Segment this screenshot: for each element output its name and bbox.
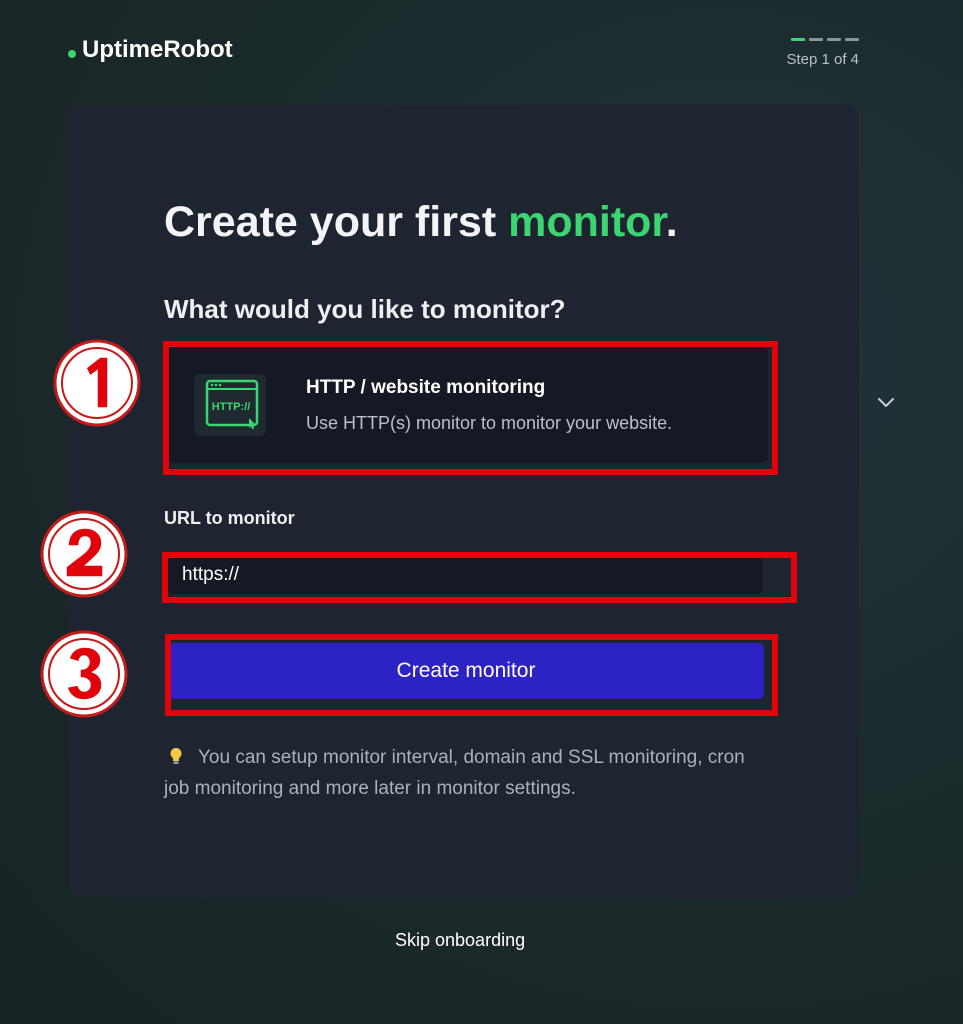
annotation-box-1 [163, 341, 778, 475]
annotation-marker-2 [40, 510, 128, 598]
step-bar-1 [791, 38, 805, 41]
step-bar-2 [809, 38, 823, 41]
skip-onboarding-link[interactable]: Skip onboarding [395, 930, 525, 951]
lightbulb-icon [170, 748, 182, 764]
title-suffix: . [665, 198, 678, 246]
title-prefix: Create your first [164, 198, 509, 246]
step-progress: Step 1 of 4 [775, 38, 859, 68]
url-field-label: URL to monitor [164, 508, 295, 528]
annotation-marker-1 [53, 339, 141, 427]
annotation-box-3 [165, 634, 778, 716]
chevron-down-icon [878, 398, 894, 407]
brand-name: UptimeRobot [82, 36, 233, 63]
tip-message: You can setup monitor interval, domain a… [164, 747, 745, 799]
logo-dot-icon [68, 50, 76, 58]
monitor-type-question: What would you like to monitor? [164, 294, 566, 324]
step-label: Step 1 of 4 [786, 51, 859, 68]
title-accent: monitor [508, 198, 666, 246]
step-bar-3 [827, 38, 841, 41]
tip-text: You can setup monitor interval, domain a… [164, 742, 764, 804]
step-progress-bars [775, 38, 859, 41]
annotation-marker-3 [40, 630, 128, 718]
page-title: Create your first monitor. [164, 198, 678, 247]
annotation-box-2 [162, 552, 797, 603]
step-bar-4 [845, 38, 859, 41]
brand-logo[interactable]: UptimeRobot [68, 36, 233, 64]
